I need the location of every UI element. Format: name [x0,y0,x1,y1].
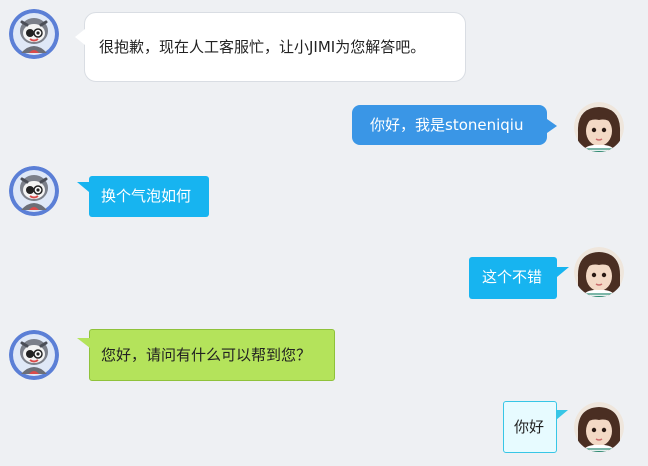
user-message-bubble: 这个不错 [469,257,569,299]
bubble-tail [547,119,557,133]
bubble-tail [556,410,568,420]
bot-message-bubble: 您好，请问有什么可以帮到您？ [77,329,335,381]
message-text: 很抱歉，现在人工客服忙，让小JIMI为您解答吧。 [99,38,426,56]
bubble-tail [77,182,89,192]
robot-mascot-avatar-icon[interactable] [9,166,59,216]
bubble-tail [77,338,90,348]
bot-message-bubble: 换个气泡如何 [77,176,209,217]
robot-mascot-avatar-icon[interactable] [9,9,59,59]
message-text: 这个不错 [482,268,543,286]
bubble-tail [557,267,569,277]
bot-message-bubble: 很抱歉，现在人工客服忙，让小JIMI为您解答吧。 [75,12,466,82]
user-photo-avatar-icon[interactable] [574,247,624,297]
bubble-tail [75,29,85,45]
user-photo-avatar-icon[interactable] [574,102,624,152]
user-message-bubble: 你好，我是stoneniqiu [352,105,557,145]
message-text: 换个气泡如何 [101,187,192,205]
message-text: 你好 [514,418,545,436]
user-message-bubble: 你好 [503,401,568,453]
user-photo-avatar-icon[interactable] [574,402,624,452]
message-text: 您好，请问有什么可以帮到您？ [101,346,312,364]
message-text: 你好，我是stoneniqiu [370,116,524,134]
robot-mascot-avatar-icon[interactable] [9,330,59,380]
chat-window: 很抱歉，现在人工客服忙，让小JIMI为您解答吧。 你好，我是stoneniqiu… [0,0,648,466]
